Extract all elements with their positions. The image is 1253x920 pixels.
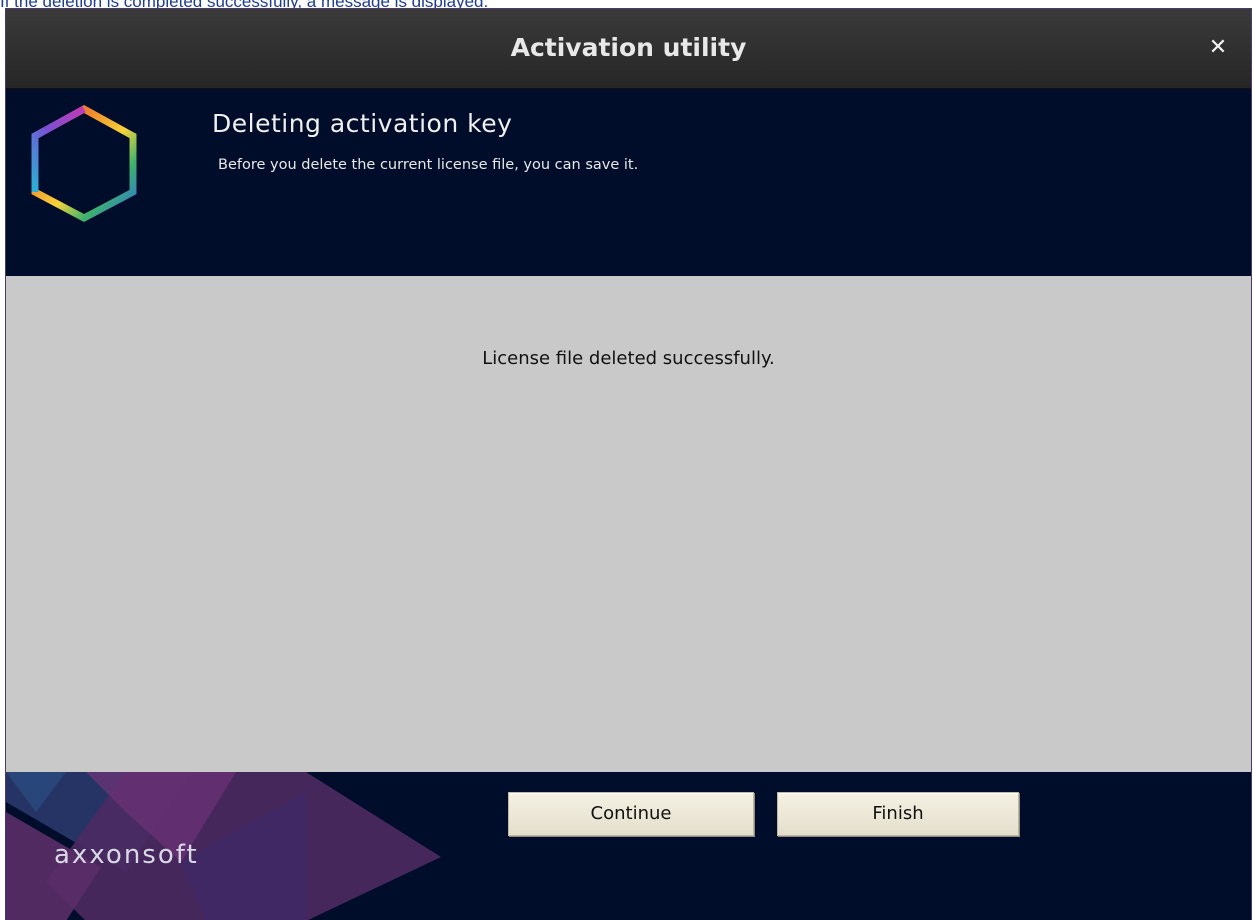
status-message: License file deleted successfully. (482, 348, 775, 369)
document-caption: If the deletion is completed successfull… (0, 0, 489, 11)
page-title: Deleting activation key (212, 109, 513, 138)
dialog-footer: axxonsoft Continue Finish (6, 772, 1251, 920)
hexagon-logo-icon (31, 105, 137, 222)
close-icon[interactable]: ✕ (1205, 35, 1231, 61)
page-subtitle: Before you delete the current license fi… (218, 157, 639, 173)
continue-button[interactable]: Continue (508, 792, 754, 836)
finish-button[interactable]: Finish (777, 792, 1019, 836)
axxonsoft-logo: axxonsoft (54, 840, 199, 870)
title-bar: Activation utility ✕ (6, 9, 1251, 89)
dialog-header: Deleting activation key Before you delet… (6, 89, 1251, 276)
activation-dialog: Activation utility ✕ Deleting activation… (5, 8, 1252, 920)
window-title: Activation utility (510, 33, 747, 62)
content-area: License file deleted successfully. (6, 276, 1251, 772)
